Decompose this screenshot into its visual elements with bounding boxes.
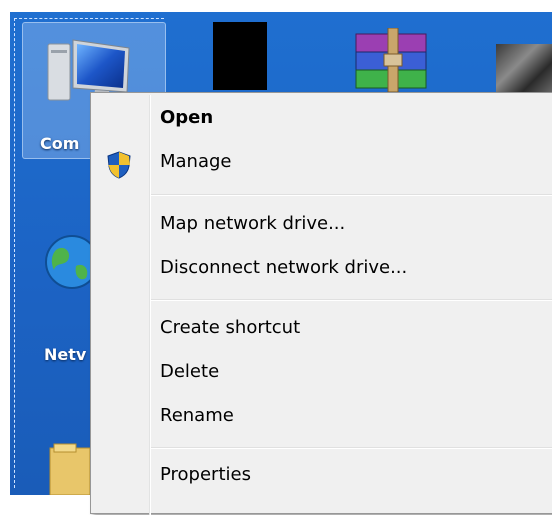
desktop-icon-label: Netv <box>44 345 87 364</box>
menu-item-properties[interactable]: Properties <box>160 464 251 485</box>
selection-marquee-left <box>14 18 15 488</box>
menu-item-map-network-drive[interactable]: Map network drive... <box>160 213 345 234</box>
menu-separator <box>151 447 552 449</box>
selection-marquee-top <box>14 18 164 19</box>
shield-icon <box>107 151 131 179</box>
context-menu: Open Manage Map network drive... Disconn… <box>90 92 552 515</box>
menu-item-manage[interactable]: Manage <box>160 151 232 172</box>
menu-gutter <box>149 95 151 515</box>
terminal-icon[interactable] <box>213 22 267 90</box>
menu-item-delete[interactable]: Delete <box>160 361 219 382</box>
menu-item-rename[interactable]: Rename <box>160 405 234 426</box>
menu-separator <box>151 194 552 196</box>
desktop-icon-label: Com <box>40 134 80 153</box>
menu-item-disconnect-network-drive[interactable]: Disconnect network drive... <box>160 257 407 278</box>
winrar-icon[interactable] <box>352 28 434 94</box>
menu-item-open[interactable]: Open <box>160 107 213 128</box>
image-thumbnail-icon[interactable] <box>496 44 552 94</box>
folder-icon[interactable] <box>48 440 92 495</box>
menu-item-create-shortcut[interactable]: Create shortcut <box>160 317 300 338</box>
menu-separator <box>151 299 552 301</box>
desktop-edge <box>0 0 10 495</box>
